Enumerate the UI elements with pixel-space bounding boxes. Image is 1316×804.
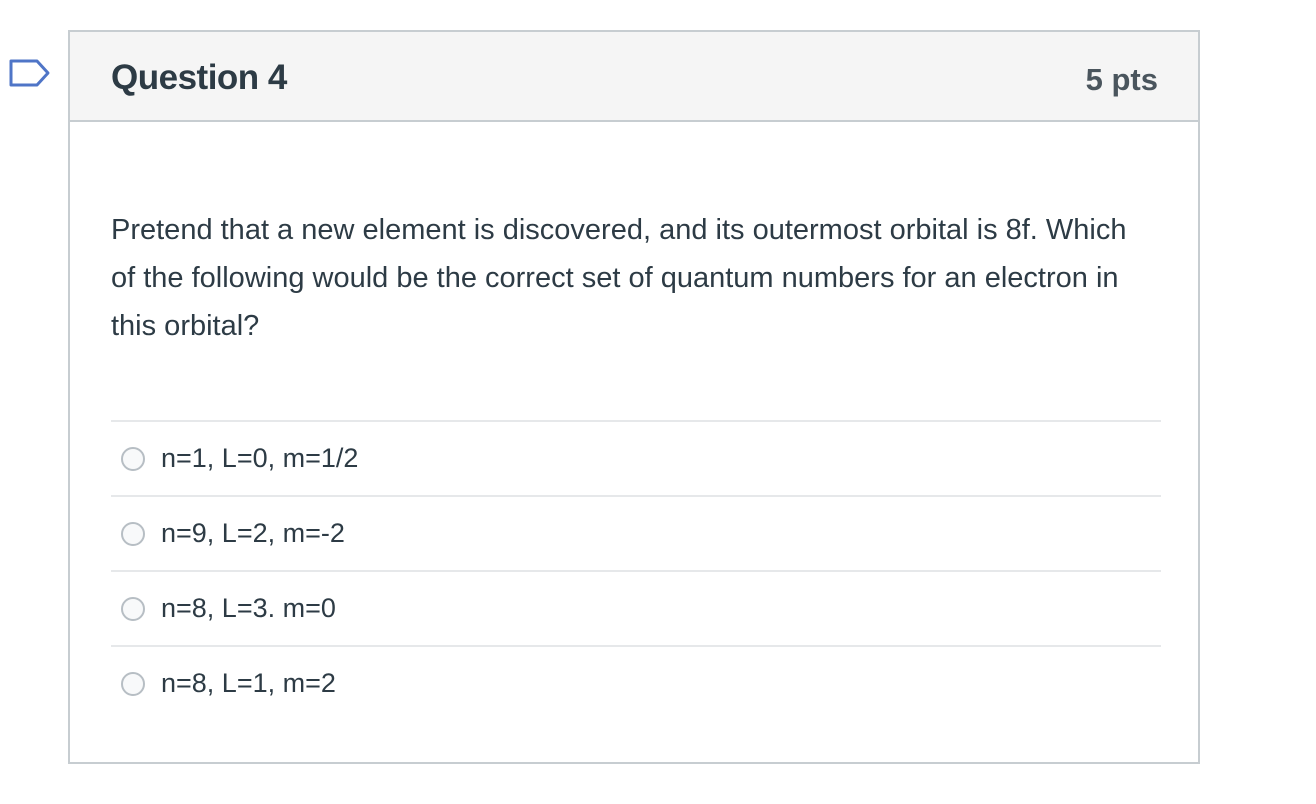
answer-list: n=1, L=0, m=1/2 n=9, L=2, m=-2 n=8, L=3.… (111, 420, 1161, 720)
answer-option-4[interactable]: n=8, L=1, m=2 (111, 645, 1161, 720)
radio-button-icon[interactable] (121, 672, 145, 696)
answer-label: n=8, L=1, m=2 (161, 668, 336, 698)
question-header: Question 4 5 pts (70, 32, 1198, 122)
question-points: 5 pts (1085, 62, 1158, 97)
radio-button-icon[interactable] (121, 447, 145, 471)
answer-option-1[interactable]: n=1, L=0, m=1/2 (111, 420, 1161, 495)
question-text: Pretend that a new element is discovered… (111, 214, 1127, 342)
radio-button-icon[interactable] (121, 597, 145, 621)
radio-button-icon[interactable] (121, 522, 145, 546)
question-title: Question 4 (111, 58, 287, 97)
answer-label: n=1, L=0, m=1/2 (161, 443, 359, 473)
flag-question-icon[interactable] (8, 58, 52, 92)
question-card: Question 4 5 pts Pretend that a new elem… (68, 30, 1200, 764)
answer-label: n=9, L=2, m=-2 (161, 518, 345, 548)
answer-option-3[interactable]: n=8, L=3. m=0 (111, 570, 1161, 645)
answer-label: n=8, L=3. m=0 (161, 593, 336, 623)
answer-option-2[interactable]: n=9, L=2, m=-2 (111, 495, 1161, 570)
